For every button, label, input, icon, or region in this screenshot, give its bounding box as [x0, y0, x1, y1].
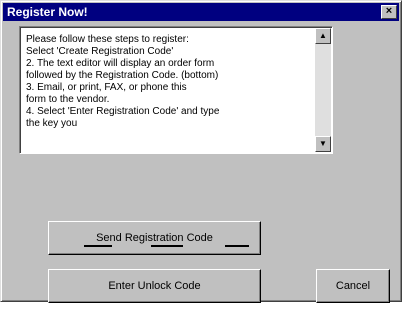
instructions-textbox[interactable]: Please follow these steps to register: S… [19, 26, 333, 154]
send-registration-code-button[interactable]: Send Registration Code [48, 221, 261, 255]
dialog-title: Register Now! [7, 5, 88, 19]
registration-instructions: Please follow these steps to register: S… [26, 34, 220, 129]
send-button-accent [151, 245, 183, 247]
cancel-label: Cancel [335, 280, 371, 292]
instructions-scrollbar[interactable]: ▲ ▼ [315, 28, 331, 152]
send-registration-code-label: Send Registration Code [96, 232, 213, 244]
close-button[interactable]: × [381, 5, 397, 19]
send-button-accent [84, 245, 112, 247]
dialog-titlebar: Register Now! × [3, 3, 399, 21]
scroll-up-arrow[interactable]: ▲ [315, 28, 331, 44]
down-arrow-icon: ▼ [319, 139, 327, 148]
enter-unlock-code-label: Enter Unlock Code [108, 280, 201, 292]
send-button-accent [225, 245, 249, 247]
close-icon: × [385, 5, 393, 17]
scroll-down-arrow[interactable]: ▼ [315, 136, 331, 152]
enter-unlock-code-button[interactable]: Enter Unlock Code [48, 269, 261, 303]
up-arrow-icon: ▲ [319, 31, 327, 40]
cancel-button[interactable]: Cancel [316, 269, 390, 303]
register-dialog: Register Now! × Please follow these step… [0, 0, 402, 303]
